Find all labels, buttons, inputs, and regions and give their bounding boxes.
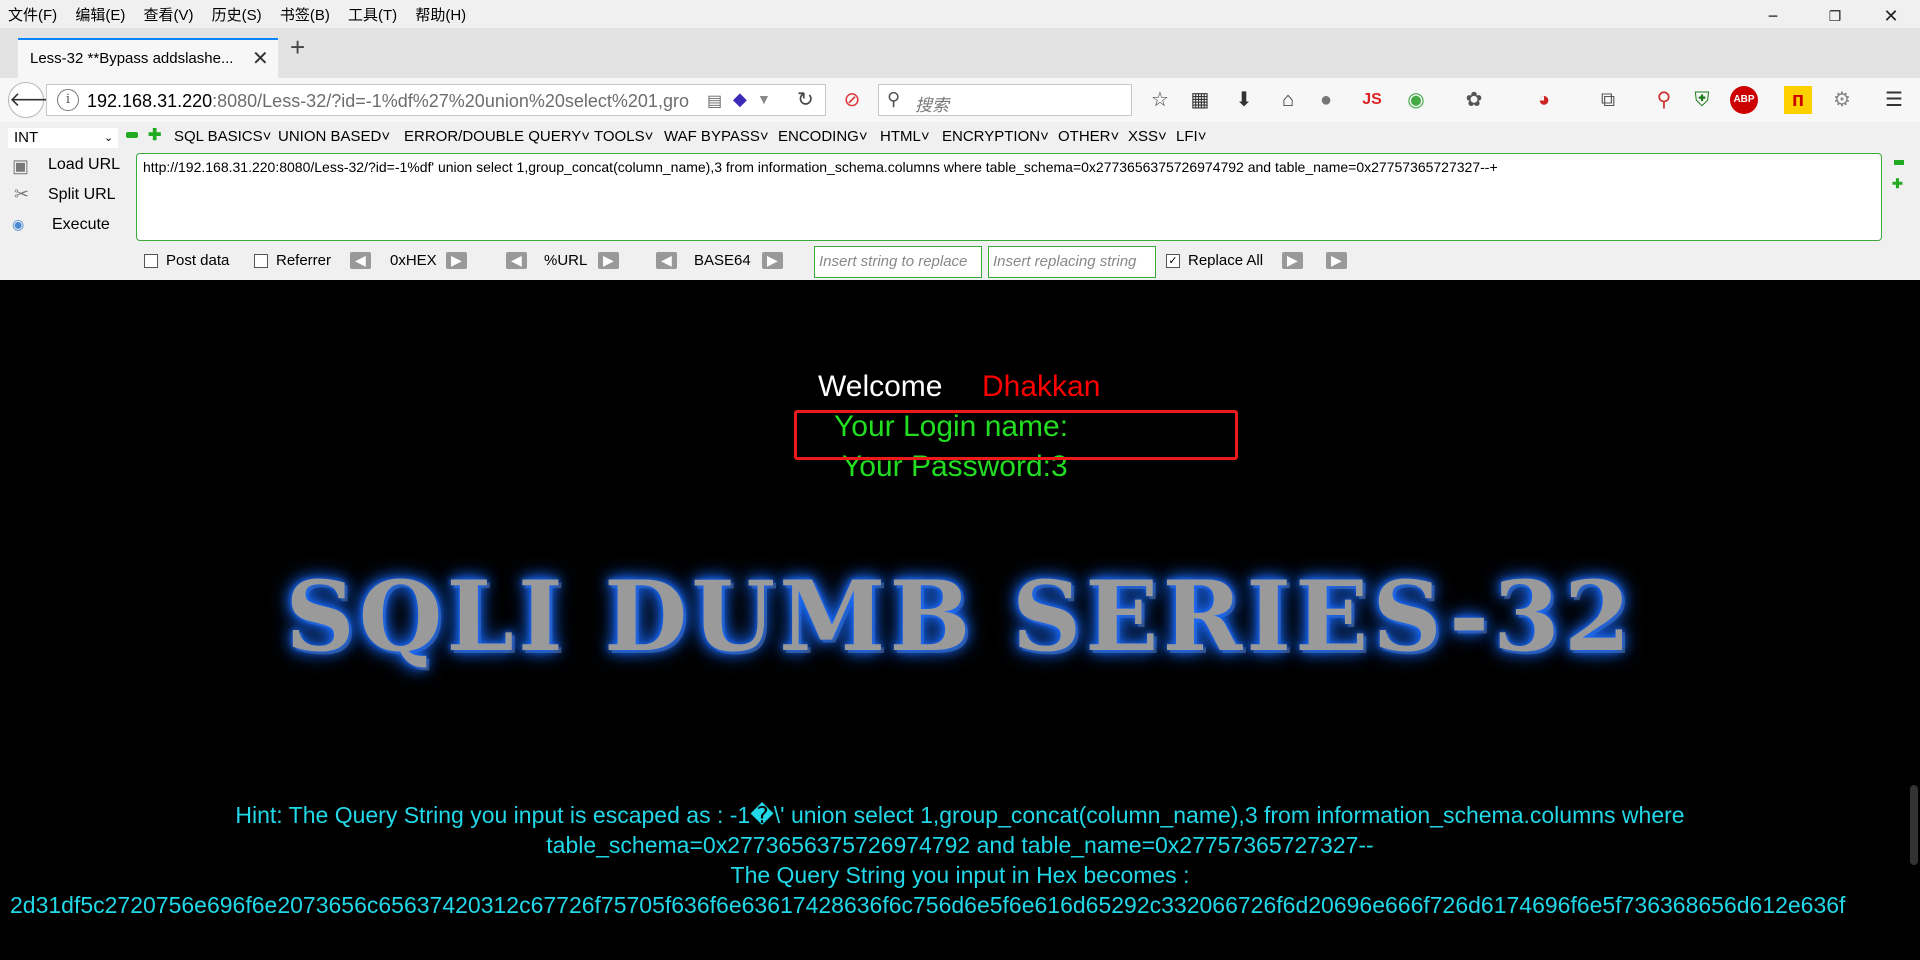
replace-all-label: Replace All [1188, 252, 1264, 269]
replace-arrow-icon[interactable]: ▶ [1282, 252, 1303, 269]
menu-tools[interactable]: TOOLS˅ [594, 128, 653, 145]
js-switch-icon[interactable]: JS [1358, 86, 1386, 114]
series-banner: SQLI DUMB SERIES-32 [285, 560, 1635, 673]
menu-edit[interactable]: 编辑(E) [67, 0, 131, 25]
bookmark-star-icon[interactable]: ☆ [1146, 86, 1174, 114]
page-content: Welcome Dhakkan Your Login name: Your Pa… [0, 280, 1920, 960]
url-text: 192.168.31.220:8080/Less-32/?id=-1%df%27… [87, 91, 689, 111]
replace-all-checkbox[interactable]: ✓ [1166, 254, 1180, 268]
welcome-text: Welcome [818, 370, 943, 403]
menu-history[interactable]: 历史(S) [204, 0, 268, 25]
base64-decode-arrow-icon[interactable]: ◀ [656, 252, 677, 269]
referrer-checkbox[interactable] [254, 254, 268, 268]
adblock-icon[interactable]: ABP [1730, 86, 1758, 114]
menu-tools[interactable]: 工具(T) [340, 0, 403, 25]
zoom-icon[interactable]: ⚲ [1650, 86, 1678, 114]
menu-error-double-query[interactable]: ERROR/DOUBLE QUERY˅ [404, 128, 590, 145]
menu-html[interactable]: HTML˅ [880, 128, 930, 145]
shield-icon[interactable]: ⛨ [1688, 86, 1716, 114]
execute-icon: ◉ [12, 216, 25, 232]
url-decode-arrow-icon[interactable]: ◀ [506, 252, 527, 269]
palette-icon[interactable]: ✿ [1460, 86, 1488, 114]
url-enc-label: %URL [544, 252, 588, 269]
navigation-bar: 🡐 i 192.168.31.220:8080/Less-32/?id=-1%d… [0, 78, 1920, 123]
load-url-icon: ▣ [12, 156, 30, 176]
hint-line-4: 2d31df5c2720756e696f6e2073656c6563742031… [10, 892, 1846, 918]
hex-encode-arrow-icon[interactable]: ▶ [446, 252, 467, 269]
split-url-icon: ✂ [14, 184, 30, 204]
minus-icon[interactable] [126, 132, 138, 138]
tab-close-icon[interactable]: ✕ [252, 46, 269, 71]
replace-string-input[interactable]: Insert string to replace [814, 246, 982, 278]
hex-label: 0xHEX [390, 252, 437, 269]
download-icon[interactable]: ⬇ [1230, 86, 1258, 114]
addon-icon[interactable]: ◉ [1402, 86, 1430, 114]
menu-sql-basics[interactable]: SQL BASICS˅ [174, 128, 271, 145]
search-placeholder: 搜索 [915, 96, 949, 115]
plus-icon[interactable]: ✚ [148, 125, 161, 145]
menu-lfi[interactable]: LFI˅ [1176, 128, 1206, 145]
textarea-shrink-icon[interactable] [1894, 160, 1904, 165]
search-icon: ⚲ [887, 89, 901, 109]
scrollbar-thumb[interactable] [1910, 785, 1918, 865]
base64-encode-arrow-icon[interactable]: ▶ [762, 252, 783, 269]
address-bar[interactable]: i 192.168.31.220:8080/Less-32/?id=-1%df%… [46, 84, 826, 116]
menu-union-based[interactable]: UNION BASED˅ [278, 128, 390, 145]
url-textarea[interactable]: http://192.168.31.220:8080/Less-32/?id=-… [136, 153, 1882, 241]
menu-help[interactable]: 帮助(H) [407, 0, 472, 25]
hex-decode-arrow-icon[interactable]: ◀ [350, 252, 371, 269]
type-select[interactable]: INT ⌄ [8, 128, 118, 148]
type-select-value: INT [14, 129, 39, 146]
pi-icon[interactable]: п [1784, 86, 1812, 114]
replacing-string-input[interactable]: Insert replacing string [988, 246, 1156, 278]
active-tab[interactable]: Less-32 **Bypass addslashe... ✕ [18, 38, 278, 78]
post-data-label: Post data [166, 252, 230, 269]
new-tab-button[interactable]: + [290, 32, 305, 63]
info-icon[interactable]: i [57, 89, 79, 111]
load-url-button[interactable]: Load URL [48, 156, 120, 174]
bookmarks-list-icon[interactable]: ▦ [1186, 86, 1214, 114]
addon-red-icon[interactable]: ◕ [1530, 86, 1558, 114]
url-encode-arrow-icon[interactable]: ▶ [598, 252, 619, 269]
menu-waf-bypass[interactable]: WAF BYPASS˅ [664, 128, 769, 145]
hint-line-3: The Query String you input in Hex become… [730, 862, 1190, 888]
username-text: Dhakkan [982, 370, 1101, 403]
block-icon[interactable]: ⊘ [838, 86, 866, 114]
extension-cube-icon[interactable]: ◆ [733, 89, 747, 110]
reload-icon[interactable]: ↻ [797, 87, 814, 112]
tab-strip: Less-32 **Bypass addslashe... ✕ + [0, 28, 1920, 78]
highlight-box [794, 410, 1238, 460]
home-icon[interactable]: ⌂ [1274, 86, 1302, 114]
execute-button[interactable]: Execute [52, 216, 110, 234]
tab-title: Less-32 **Bypass addslashe... [30, 50, 234, 67]
menu-xss[interactable]: XSS˅ [1128, 128, 1167, 145]
back-arrow-icon[interactable]: 🡐 [8, 82, 63, 118]
hackbar-panel: INT ⌄ ✚ SQL BASICS˅ UNION BASED˅ ERROR/D… [0, 122, 1920, 280]
hint-line-2: table_schema=0x2773656375726974792 and t… [546, 832, 1374, 858]
split-url-button[interactable]: Split URL [48, 186, 116, 204]
addon-globe-icon[interactable]: ● [1312, 86, 1340, 114]
menu-encryption[interactable]: ENCRYPTION˅ [942, 128, 1049, 145]
menu-encoding[interactable]: ENCODING˅ [778, 128, 868, 145]
menu-bar: 文件(F) 编辑(E) 查看(V) 历史(S) 书签(B) 工具(T) 帮助(H… [0, 0, 1920, 28]
reader-icon[interactable]: ▤ [707, 91, 722, 111]
post-data-checkbox[interactable] [144, 254, 158, 268]
referrer-label: Referrer [276, 252, 332, 269]
chevron-down-icon: ⌄ [104, 132, 114, 144]
search-bar[interactable]: ⚲ 搜索 [878, 84, 1132, 116]
replace-all-arrow-icon[interactable]: ▶ [1326, 252, 1347, 269]
screenshot-icon[interactable]: ⧉ [1594, 86, 1622, 114]
settings-gear-icon[interactable]: ⚙ [1828, 86, 1856, 114]
dropdown-icon[interactable]: ▼ [757, 91, 771, 107]
hint-line-1: Hint: The Query String you input is esca… [235, 802, 1685, 828]
menu-other[interactable]: OTHER˅ [1058, 128, 1119, 145]
menu-bookmarks[interactable]: 书签(B) [272, 0, 336, 25]
textarea-grow-icon[interactable]: ✚ [1892, 176, 1903, 192]
menu-view[interactable]: 查看(V) [136, 0, 200, 25]
base64-label: BASE64 [694, 252, 751, 269]
hamburger-menu-icon[interactable]: ☰ [1880, 86, 1908, 114]
menu-file[interactable]: 文件(F) [0, 0, 63, 25]
